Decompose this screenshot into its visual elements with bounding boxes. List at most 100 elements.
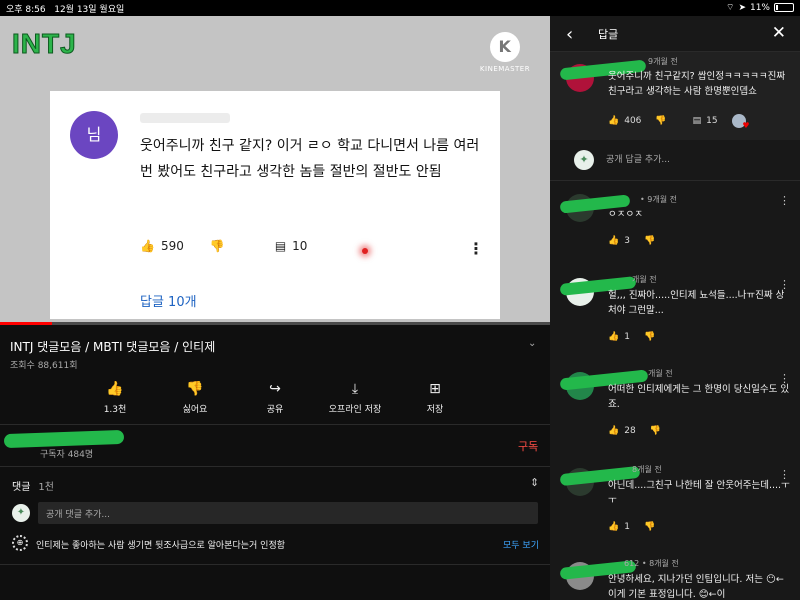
reply-actions: 👍 3 👎 — [608, 236, 669, 246]
chevron-down-icon[interactable]: ⌄ — [528, 338, 536, 349]
close-icon[interactable]: ✕ — [772, 23, 786, 43]
like-button[interactable]: 👍 1.3천 — [80, 381, 150, 415]
add-reply-input[interactable]: 공개 답글 추가... — [606, 152, 670, 165]
share-label: 공유 — [266, 405, 284, 415]
share-icon: ↪ — [269, 381, 281, 397]
thumbs-up-icon: 👍 — [106, 381, 124, 397]
battery-icon — [774, 3, 794, 12]
location-icon: ➤ — [738, 2, 746, 13]
reply-like-button[interactable]: 👍 1 — [608, 332, 630, 342]
comments-title: 댓글 — [12, 482, 31, 493]
thumbs-down-icon: 👎 — [643, 522, 656, 532]
like-count: 28 — [624, 426, 636, 436]
comments-header[interactable]: 댓글 1천 — [12, 478, 54, 493]
reply-actions: 👍 1 👎 — [608, 522, 669, 532]
divider — [0, 424, 550, 425]
replies-header: ‹ 답글 ✕ — [550, 16, 800, 52]
expand-icon[interactable]: ⇕ — [530, 476, 539, 489]
channel-name-scribbled[interactable] — [3, 429, 125, 449]
download-label: 오프라인 저장 — [328, 405, 382, 415]
reply-dislike-button[interactable]: 👎 — [655, 116, 666, 126]
more-vert-icon[interactable]: ⋮ — [779, 194, 790, 207]
reply-dislike-button[interactable]: 👎 — [650, 426, 661, 436]
featured-comment-card: 님 웃어주니까 친구 같지? 이거 ㄹㅇ 학교 다니면서 나름 여러번 봤어도 … — [50, 91, 500, 319]
subscriber-count: 구독자 484명 — [40, 450, 94, 460]
user-avatar: ✦ — [574, 150, 594, 170]
download-icon: ⤓ — [351, 381, 359, 397]
reply-text: 아닌데....그친구 나한테 잘 안웃어주는데....ㅜㅜ — [608, 480, 790, 506]
thumbs-up-icon: 👍 — [140, 239, 155, 253]
video-progress-bar[interactable] — [0, 322, 550, 325]
reply-dislike-button[interactable]: 👎 — [644, 236, 655, 246]
reply-meta: 개월 전 — [648, 369, 673, 378]
reply-meta: • 9개월 전 — [640, 195, 677, 204]
avatar: 님 — [70, 111, 118, 159]
save-label: 저장 — [426, 405, 444, 415]
reply-meta: 개월 전 — [632, 275, 657, 284]
reply-like-button[interactable]: 👍 1 — [608, 522, 630, 532]
video-action-row: 👍 1.3천 👎 싫어요 ↪ 공유 ⤓ 오프라인 저장 ⊞ 저장 — [80, 381, 470, 415]
thumbs-up-icon: 👍 — [608, 332, 620, 342]
reply-icon: ▤ — [274, 239, 287, 253]
thumbs-up-icon: 👍 — [608, 116, 620, 126]
dislike-button[interactable]: 👎 싫어요 — [160, 381, 230, 415]
author-name-blurred — [140, 113, 230, 123]
card-dislike: 👎 — [210, 239, 225, 253]
thumbs-down-icon: 👎 — [649, 426, 661, 436]
reply-text: 어떠한 인티제에게는 그 한명이 당신일수도 있죠. — [608, 384, 790, 410]
reply-actions: 👍 406 👎 ▤ 15 ♥ — [608, 114, 750, 130]
notice-icon: ⊕ — [12, 535, 28, 551]
more-vert-icon[interactable]: ⋮ — [779, 468, 790, 481]
video-logo-text: INTJ — [12, 28, 77, 60]
show-all-link[interactable]: 모두 보기 — [503, 538, 539, 551]
download-button[interactable]: ⤓ 오프라인 저장 — [320, 381, 390, 415]
thumbs-down-icon: 👎 — [643, 332, 656, 342]
user-avatar: ✦ — [12, 504, 30, 522]
card-replies: ▤ 10 — [275, 239, 308, 253]
reply-like-button[interactable]: 👍 406 — [608, 116, 641, 126]
replies-panel: ‹ 답글 ✕ 9개월 전 웃어주니까 친구같지? 쌉인정ㅋㅋㅋㅋㅋ진짜 친구라고… — [550, 16, 800, 600]
subscribe-button[interactable]: 구독 — [518, 438, 538, 454]
wifi-icon: ⌔ — [725, 3, 735, 13]
comment-preview[interactable]: 인티제는 좋아하는 사람 생기면 뒷조사급으로 알아본다는거 인정함 — [36, 538, 285, 551]
add-to-playlist-icon: ⊞ — [429, 381, 441, 397]
back-icon[interactable]: ‹ — [566, 24, 573, 45]
reply-dislike-button[interactable]: 👎 — [644, 332, 655, 342]
battery-percent: 11% — [749, 2, 770, 13]
creator-heart-icon: ♥ — [731, 114, 750, 130]
kinemaster-watermark: K KINEMASTER — [478, 32, 532, 73]
reply-replies-button[interactable]: ▤ 15 — [693, 116, 718, 126]
video-player[interactable]: INTJ K KINEMASTER 님 웃어주니까 친구 같지? 이거 ㄹㅇ 학… — [0, 16, 550, 324]
reply-meta: 9개월 전 — [648, 57, 678, 66]
save-button[interactable]: ⊞ 저장 — [400, 381, 470, 415]
more-vert-icon: ⋮ — [468, 239, 484, 258]
share-button[interactable]: ↪ 공유 — [240, 381, 310, 415]
status-time: 오후 8:56 12월 13일 월요일 — [6, 5, 125, 15]
divider — [0, 466, 550, 467]
thumbs-down-icon: 👎 — [643, 236, 656, 246]
thumbs-up-icon: 👍 — [608, 426, 620, 436]
like-count: 1 — [624, 332, 630, 342]
reply-count: 15 — [706, 116, 718, 126]
more-vert-icon[interactable]: ⋮ — [779, 278, 790, 291]
reply-dislike-button[interactable]: 👎 — [644, 522, 655, 532]
comments-count: 1천 — [38, 482, 54, 493]
card-like: 👍 590 — [140, 239, 184, 253]
thumbs-down-icon: 👎 — [655, 116, 667, 126]
comment-input[interactable]: 공개 댓글 추가... — [38, 502, 538, 524]
thumbs-down-icon: 👎 — [209, 239, 225, 253]
thumbs-up-icon: 👍 — [608, 522, 620, 532]
status-right: ⌔ ➤ 11% — [726, 2, 794, 13]
divider — [0, 564, 550, 565]
video-title[interactable]: INTJ 댓글모음 / MBTI 댓글모음 / 인티제 — [10, 338, 215, 355]
reply-meta: 8개월 전 — [632, 465, 662, 474]
reply-like-button[interactable]: 👍 3 — [608, 236, 630, 246]
replies-title: 답글 — [598, 28, 619, 41]
status-bar: 오후 8:56 12월 13일 월요일 ⌔ ➤ 11% — [0, 0, 800, 16]
reply-like-button[interactable]: 👍 28 — [608, 426, 636, 436]
divider — [550, 180, 800, 181]
like-label: 1.3천 — [103, 405, 127, 415]
comment-actions: 👍 590 👎 ▤ 10 — [140, 239, 333, 253]
more-vert-icon[interactable]: ⋮ — [779, 372, 790, 385]
like-count: 1 — [624, 522, 630, 532]
